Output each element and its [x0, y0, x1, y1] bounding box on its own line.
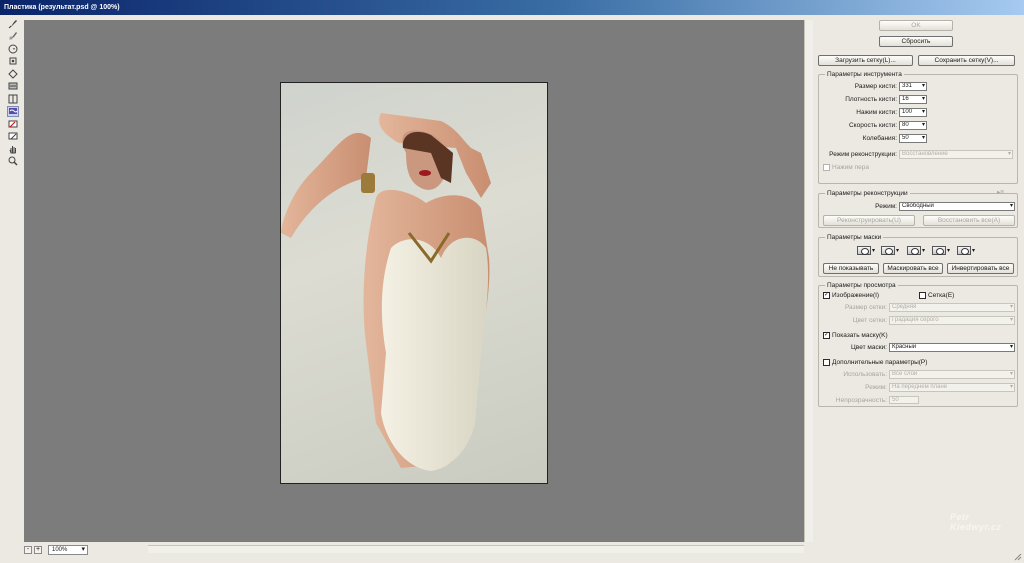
show-image-checkbox[interactable]: ✓ [823, 292, 830, 299]
mask-options-group: Параметры маски ▾ ▾ ▾ ▾ ▾ Не показывать … [818, 233, 1018, 277]
backdrop-mode-select[interactable]: На переднем плане [889, 383, 1015, 392]
brush-rate-field[interactable]: 80 [899, 121, 927, 130]
save-mesh-button[interactable]: Сохранить сетку(V)... [918, 55, 1015, 66]
brush-pressure-field[interactable]: 100 [899, 108, 927, 117]
view-options-title: Параметры просмотра [825, 281, 898, 290]
reconstruct-mode-select[interactable]: Свободный [899, 202, 1015, 211]
mask-none-button[interactable]: Не показывать [823, 263, 879, 274]
bloat-icon[interactable] [7, 68, 19, 79]
mesh-size-select[interactable]: Средняя [889, 303, 1015, 312]
reconstruct-icon[interactable] [7, 31, 19, 42]
mirror-icon[interactable] [7, 93, 19, 104]
window-title: Пластика (результат.psd @ 100%) [0, 0, 1024, 15]
twirl-icon[interactable] [7, 43, 19, 54]
preview-canvas[interactable] [24, 20, 804, 542]
mask-color-select[interactable]: Красный [889, 343, 1015, 352]
vertical-scrollbar[interactable] [804, 20, 813, 542]
mask-color-label: Цвет маски: [851, 344, 887, 351]
mask-intersect-icon[interactable]: ▾ [932, 246, 952, 255]
reset-button[interactable]: Сбросить [879, 36, 953, 47]
mesh-size-label: Размер сетки: [844, 304, 887, 311]
show-mesh-checkbox[interactable] [919, 292, 926, 299]
options-panel: OK Сбросить Загрузить сетку(L)... Сохран… [815, 15, 1024, 563]
mesh-color-select[interactable]: Градация серого [889, 316, 1015, 325]
mask-replace-icon[interactable]: ▾ [857, 246, 877, 255]
liquify-dialog: - + 100% OK Сбросить Загрузить сетку(L).… [0, 15, 1024, 563]
show-backdrop-checkbox[interactable] [823, 359, 830, 366]
turbulent-jitter-field[interactable]: 50 [899, 134, 927, 143]
show-image-label: Изображение(I) [832, 292, 880, 299]
thaw-mask-icon[interactable] [7, 131, 19, 142]
show-mask-checkbox[interactable]: ✓ [823, 332, 830, 339]
brush-size-field[interactable]: 331 [899, 82, 927, 91]
tool-options-group: Параметры инструмента Размер кисти: 331 … [818, 70, 1018, 184]
show-mesh-label: Сетка(E) [928, 292, 955, 299]
zoom-select[interactable]: 100% [48, 545, 88, 555]
horizontal-scrollbar[interactable] [148, 545, 804, 553]
push-left-icon[interactable] [7, 81, 19, 92]
backdrop-use-label: Использовать: [843, 371, 887, 378]
backdrop-mode-label: Режим: [865, 384, 887, 391]
invert-all-button[interactable]: Инвертировать все [947, 263, 1014, 274]
photo-figure [281, 113, 491, 471]
zoom-controls: - + 100% [24, 545, 88, 555]
zoom-icon[interactable] [7, 156, 19, 167]
restore-all-button[interactable]: Восстановить все(A) [923, 215, 1015, 226]
pucker-icon[interactable] [7, 56, 19, 67]
mask-subtract-icon[interactable]: ▾ [907, 246, 927, 255]
reconstruct-mode-label: Режим: [875, 203, 897, 210]
view-options-group: Параметры просмотра ✓ Изображение(I) Сет… [818, 281, 1018, 407]
tool-options-title: Параметры инструмента [825, 70, 904, 79]
brush-rate-label: Скорость кисти: [848, 122, 897, 129]
toolbox [6, 17, 20, 168]
mask-add-icon[interactable]: ▾ [881, 246, 901, 255]
mask-options-title: Параметры маски [825, 233, 884, 242]
watermark: Petr Kiedwyr.cz [950, 512, 1002, 532]
zoom-out-button[interactable]: - [24, 546, 32, 554]
stylus-pressure-label: Нажим пера [832, 164, 869, 171]
recon-mode-label: Режим реконструкции: [829, 151, 897, 158]
reconstruct-options-group: Параметры реконструкции ▸≡ Режим: Свобод… [818, 189, 1018, 228]
turbulence-icon[interactable] [7, 105, 19, 117]
turbulent-jitter-label: Колебания: [862, 135, 897, 142]
brush-size-label: Размер кисти: [854, 83, 897, 90]
ok-button[interactable]: OK [879, 20, 953, 31]
mask-all-button[interactable]: Маскировать все [883, 263, 943, 274]
panel-menu-icon[interactable]: ▸≡ [997, 188, 1004, 197]
reconstruct-options-title: Параметры реконструкции [825, 189, 910, 198]
show-backdrop-label: Дополнительные параметры(P) [832, 359, 928, 366]
stylus-pressure-checkbox[interactable] [823, 164, 830, 171]
mesh-color-label: Цвет сетки: [852, 317, 887, 324]
mask-invert-icon[interactable]: ▾ [957, 246, 977, 255]
show-mask-label: Показать маску(K) [832, 332, 888, 339]
freeze-mask-icon[interactable] [7, 118, 19, 129]
brush-pressure-label: Нажим кисти: [856, 109, 897, 116]
forward-warp-icon[interactable] [7, 18, 19, 29]
resize-grip-icon[interactable] [1014, 553, 1022, 561]
backdrop-opacity-field[interactable]: 50 [889, 396, 919, 404]
brush-density-label: Плотность кисти: [845, 96, 897, 103]
hand-icon[interactable] [7, 143, 19, 154]
zoom-in-button[interactable]: + [34, 546, 42, 554]
reconstruct-button[interactable]: Реконструировать(U) [823, 215, 915, 226]
photo-preview [280, 82, 548, 484]
load-mesh-button[interactable]: Загрузить сетку(L)... [818, 55, 913, 66]
recon-mode-select[interactable]: Восстановление [899, 150, 1013, 159]
backdrop-opacity-label: Непрозрачность: [835, 397, 887, 404]
brush-density-field[interactable]: 16 [899, 95, 927, 104]
backdrop-use-select[interactable]: Все слои [889, 370, 1015, 379]
